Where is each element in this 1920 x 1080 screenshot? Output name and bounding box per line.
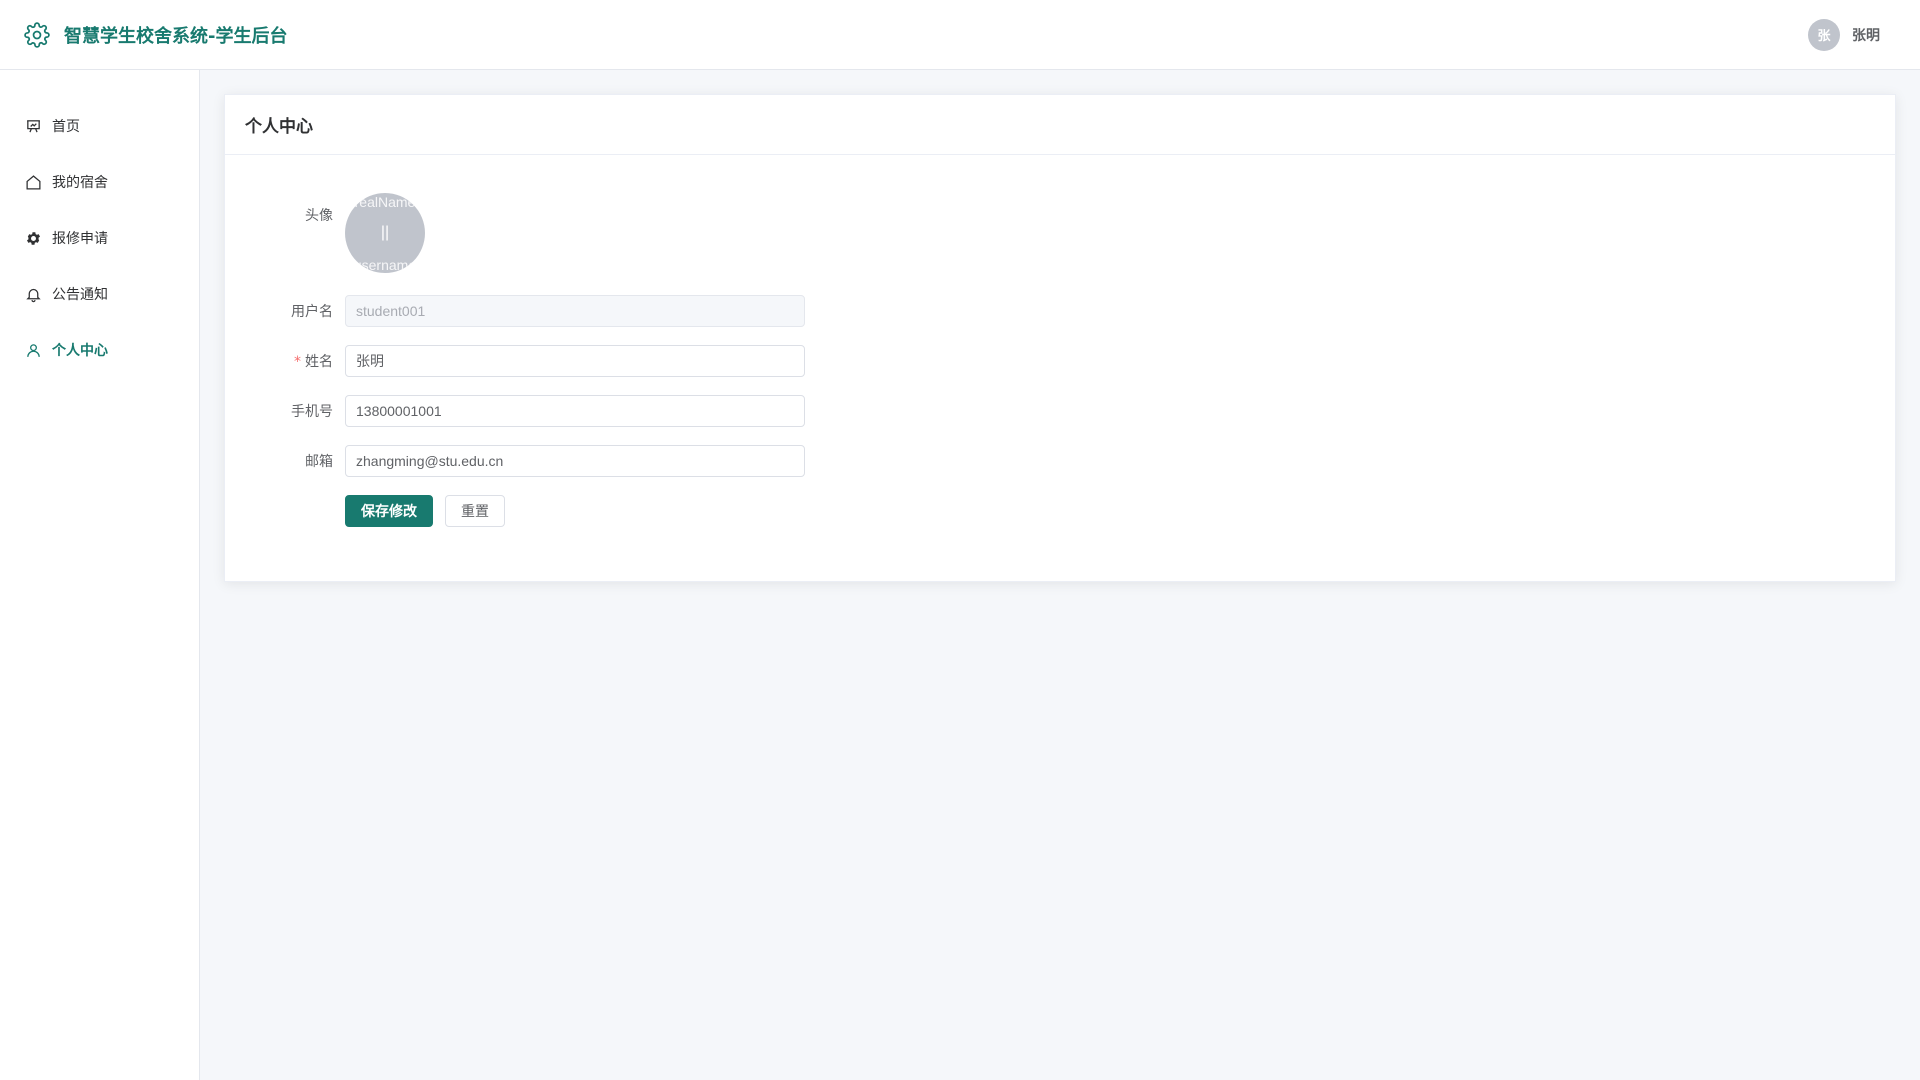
sidebar-item-profile[interactable]: 个人中心 [0,322,199,378]
avatar-placeholder-mid: || [380,224,390,241]
phone-field[interactable] [345,395,805,427]
avatar-row: 头像 realName || username [225,193,425,273]
email-row: 邮箱 [225,445,805,477]
actions-row: 保存修改 重置 [225,495,505,527]
sidebar-item-label: 个人中心 [52,343,108,359]
profile-card: 个人中心 头像 realName || username 用户名 *姓名 手机号… [224,94,1896,582]
phone-row: 手机号 [225,395,805,427]
username-field[interactable] [345,295,805,327]
sidebar: 首页 我的宿舍 报修申请 公告通知 个人中心 [0,70,200,1080]
save-button[interactable]: 保存修改 [345,495,433,527]
sidebar-item-dorm[interactable]: 我的宿舍 [0,154,199,210]
avatar-placeholder-top: realName [354,194,416,210]
realname-label: * 姓名 [225,351,345,371]
house-icon [24,173,42,191]
required-mark: * [294,354,301,370]
user-icon [24,341,42,359]
sidebar-item-label: 报修申请 [52,231,108,247]
reset-button[interactable]: 重置 [445,495,505,527]
presentation-icon [24,117,42,135]
avatar-label: 头像 [305,208,333,224]
app-title: 智慧学生校舍系统-学生后台 [64,25,288,47]
user-menu[interactable]: 张 张明 [1808,18,1880,51]
user-name[interactable]: 张明 [1852,25,1880,45]
sidebar-item-repair[interactable]: 报修申请 [0,210,199,266]
sidebar-item-label: 我的宿舍 [52,175,108,191]
sidebar-item-home[interactable]: 首页 [0,98,199,154]
page-title: 个人中心 [245,117,313,137]
realname-field[interactable] [345,345,805,377]
email-label: 邮箱 [305,454,333,470]
brand: 智慧学生校舍系统-学生后台 [24,21,288,48]
sidebar-item-label: 公告通知 [52,287,108,303]
form-buttons: 保存修改 重置 [345,495,505,527]
top-header: 智慧学生校舍系统-学生后台 张 张明 [0,0,1920,70]
gear-icon [24,21,50,48]
card-header: 个人中心 [225,95,1895,155]
username-row: 用户名 [225,295,805,327]
gear-icon [24,229,42,247]
avatar-upload[interactable]: realName || username [345,193,425,273]
sidebar-item-label: 首页 [52,119,80,135]
username-label: 用户名 [291,304,333,320]
sidebar-item-notice[interactable]: 公告通知 [0,266,199,322]
avatar-placeholder-bottom: username [353,257,417,273]
realname-row: * 姓名 [225,345,805,377]
bell-icon [24,285,42,303]
phone-label: 手机号 [291,404,333,420]
realname-label-text: 姓名 [305,354,333,370]
avatar[interactable]: 张 [1808,18,1840,51]
email-field[interactable] [345,445,805,477]
